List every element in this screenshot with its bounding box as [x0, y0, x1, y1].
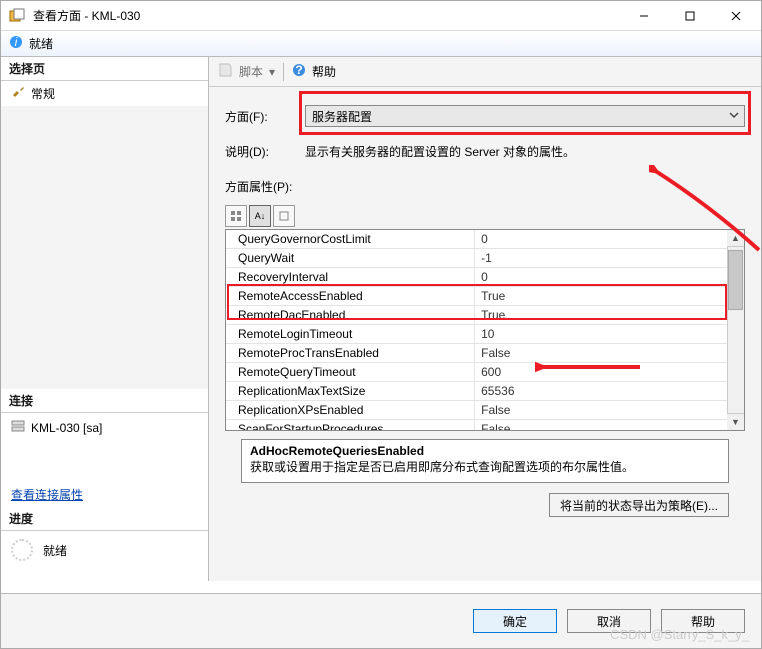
wrench-icon	[11, 85, 25, 102]
connection-value: KML-030 [sa]	[31, 421, 102, 435]
scroll-down-button[interactable]: ▼	[727, 413, 744, 430]
property-value: 0	[475, 230, 744, 249]
dialog-body: 选择页 常规 连接 KML-030 [sa] 查看连接属性 进度 就绪	[1, 57, 761, 581]
cancel-button[interactable]: 取消	[567, 609, 651, 633]
nav-item-general[interactable]: 常规	[1, 81, 208, 106]
property-desc-text: 获取或设置用于指定是否已启用即席分布式查询配置选项的布尔属性值。	[250, 458, 720, 475]
script-icon	[217, 62, 233, 81]
maximize-button[interactable]	[667, 1, 713, 31]
property-row[interactable]: RemoteAccessEnabledTrue	[226, 287, 744, 306]
dialog-footer: 确定 取消 帮助	[1, 594, 761, 648]
props-area: A↓ QueryGovernorCostLimit0QueryWait-1Rec…	[225, 205, 745, 517]
desc-value: 显示有关服务器的配置设置的 Server 对象的属性。	[305, 143, 745, 160]
property-value: True	[475, 287, 744, 306]
dropdown-chev-icon[interactable]: ▾	[269, 65, 275, 79]
progress-spinner-icon	[11, 539, 33, 561]
property-name: QueryGovernorCostLimit	[226, 230, 475, 249]
view-connection-properties-link[interactable]: 查看连接属性	[1, 482, 208, 507]
property-name: QueryWait	[226, 249, 475, 268]
property-row[interactable]: RemoteLoginTimeout10	[226, 325, 744, 344]
property-name: RemoteLoginTimeout	[226, 325, 475, 344]
facet-value: 服务器配置	[312, 108, 372, 125]
info-icon: i	[9, 35, 23, 52]
connection-header: 连接	[1, 389, 208, 413]
property-row[interactable]: ScanForStartupProceduresFalse	[226, 420, 744, 432]
property-row[interactable]: ReplicationXPsEnabledFalse	[226, 401, 744, 420]
property-value: 10	[475, 325, 744, 344]
minimize-button[interactable]	[621, 1, 667, 31]
export-policy-button[interactable]: 将当前的状态导出为策略(E)...	[549, 493, 729, 517]
svg-text:i: i	[15, 35, 18, 49]
close-button[interactable]	[713, 1, 759, 31]
property-value: -1	[475, 249, 744, 268]
connection-entry: KML-030 [sa]	[1, 413, 208, 442]
property-row[interactable]: RemoteProcTransEnabledFalse	[226, 344, 744, 363]
property-row[interactable]: QueryGovernorCostLimit0	[226, 230, 744, 249]
property-row[interactable]: QueryWait-1	[226, 249, 744, 268]
property-value: 600	[475, 363, 744, 382]
property-value: False	[475, 344, 744, 363]
select-page-header: 选择页	[1, 57, 208, 81]
property-grid[interactable]: QueryGovernorCostLimit0QueryWait-1Recove…	[225, 229, 745, 431]
dialog-window: 查看方面 - KML-030 i 就绪 选择页 常规 连接 KML-030 [s…	[0, 0, 762, 649]
propgrid-categorized-button[interactable]	[225, 205, 247, 227]
scroll-up-button[interactable]: ▲	[727, 230, 744, 247]
form-area: 方面(F): 服务器配置 说明(D): 显示有关服务器的配置设置的 Server…	[209, 87, 761, 205]
script-label[interactable]: 脚本	[239, 63, 263, 80]
progress-header: 进度	[1, 507, 208, 531]
chevron-down-icon	[728, 109, 740, 124]
property-name: RemoteProcTransEnabled	[226, 344, 475, 363]
scroll-thumb[interactable]	[728, 250, 743, 310]
property-value: 0	[475, 268, 744, 287]
right-pane: 脚本 ▾ ? 帮助 方面(F): 服务器配置	[209, 57, 761, 581]
progress-entry: 就绪	[1, 531, 208, 569]
property-name: ReplicationXPsEnabled	[226, 401, 475, 420]
property-desc-name: AdHocRemoteQueriesEnabled	[250, 444, 720, 458]
desc-label: 说明(D):	[225, 143, 295, 160]
property-name: RemoteAccessEnabled	[226, 287, 475, 306]
property-value: True	[475, 306, 744, 325]
help-button[interactable]: 帮助	[661, 609, 745, 633]
ready-status-text: 就绪	[29, 35, 53, 52]
property-name: ReplicationMaxTextSize	[226, 382, 475, 401]
property-name: RecoveryInterval	[226, 268, 475, 287]
property-value: False	[475, 401, 744, 420]
right-toolbar: 脚本 ▾ ? 帮助	[209, 57, 761, 87]
property-row[interactable]: RecoveryInterval0	[226, 268, 744, 287]
propgrid-toolbar: A↓	[225, 205, 745, 227]
propgrid-pages-button[interactable]	[273, 205, 295, 227]
facet-label: 方面(F):	[225, 108, 295, 125]
property-value: 65536	[475, 382, 744, 401]
nav-item-label: 常规	[31, 85, 55, 102]
window-title: 查看方面 - KML-030	[33, 7, 621, 24]
server-icon	[11, 419, 25, 436]
svg-text:?: ?	[295, 63, 302, 77]
props-label: 方面属性(P):	[225, 180, 292, 194]
property-row[interactable]: RemoteQueryTimeout600	[226, 363, 744, 382]
property-name: RemoteQueryTimeout	[226, 363, 475, 382]
toolbar-help-label[interactable]: 帮助	[312, 63, 336, 80]
ok-button[interactable]: 确定	[473, 609, 557, 633]
toolbar-separator	[283, 63, 284, 81]
ready-status-bar: i 就绪	[1, 31, 761, 57]
property-description-box: AdHocRemoteQueriesEnabled 获取或设置用于指定是否已启用…	[241, 439, 729, 483]
progress-ready-text: 就绪	[43, 542, 67, 559]
app-icon	[9, 8, 25, 24]
help-icon: ?	[292, 63, 306, 80]
property-value: False	[475, 420, 744, 432]
left-pane: 选择页 常规 连接 KML-030 [sa] 查看连接属性 进度 就绪	[1, 57, 209, 581]
facet-combo-wrap: 服务器配置	[305, 105, 745, 127]
facet-combobox[interactable]: 服务器配置	[305, 105, 745, 127]
property-name: RemoteDacEnabled	[226, 306, 475, 325]
property-row[interactable]: ReplicationMaxTextSize65536	[226, 382, 744, 401]
window-buttons	[621, 1, 759, 31]
property-row[interactable]: RemoteDacEnabledTrue	[226, 306, 744, 325]
titlebar: 查看方面 - KML-030	[1, 1, 761, 31]
property-name: ScanForStartupProcedures	[226, 420, 475, 432]
propgrid-scrollbar[interactable]: ▲ ▼	[727, 230, 744, 430]
propgrid-alphabetical-button[interactable]: A↓	[249, 205, 271, 227]
